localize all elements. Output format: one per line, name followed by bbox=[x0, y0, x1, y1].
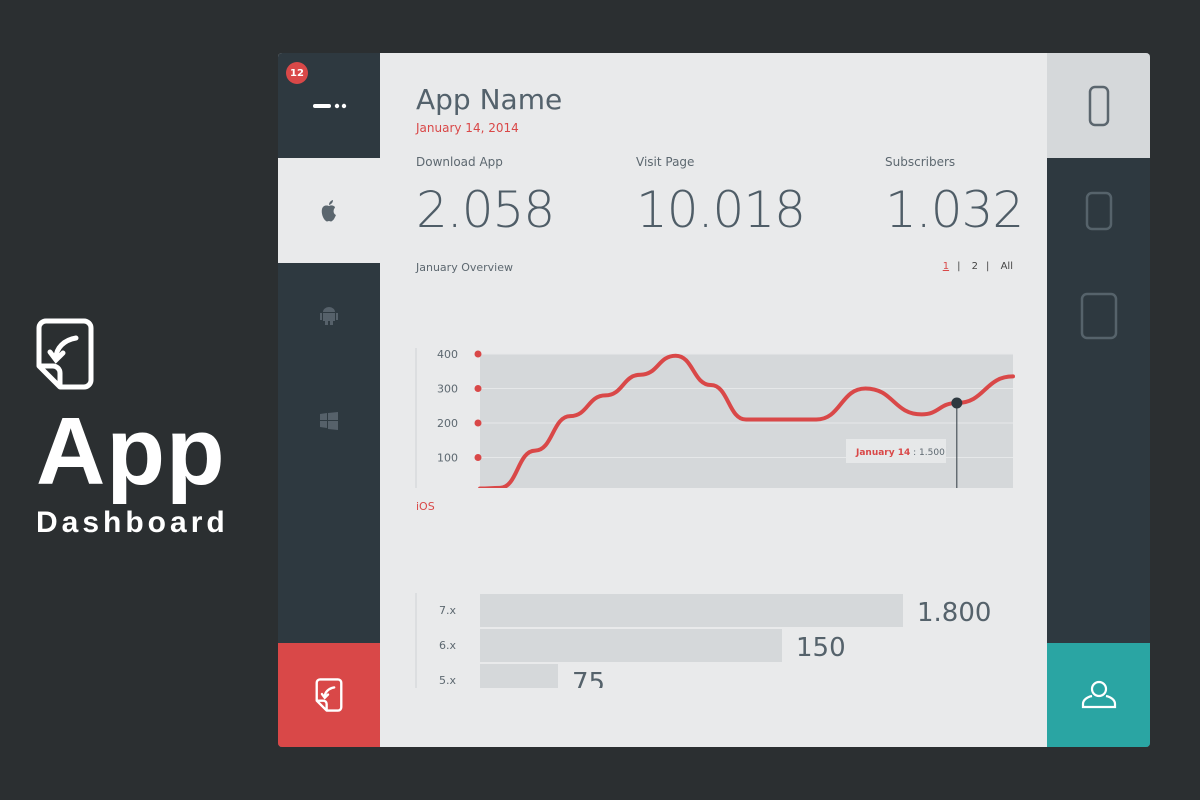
overview-title: January Overview bbox=[416, 261, 513, 274]
document-back-icon bbox=[36, 318, 94, 390]
y-tick-dot bbox=[474, 385, 482, 392]
stat-label: Visit Page bbox=[636, 155, 695, 169]
sidebar-item-apple[interactable] bbox=[278, 158, 380, 263]
document-back-icon bbox=[315, 678, 343, 712]
bar bbox=[480, 629, 782, 662]
device-phablet[interactable] bbox=[1047, 158, 1150, 263]
tooltip-text: January 14 : 1.500 bbox=[855, 448, 945, 458]
bar-category-label: 5.x bbox=[439, 674, 456, 687]
pager: 1 | 2 | All bbox=[942, 261, 1013, 272]
y-tick-label: 200 bbox=[437, 417, 458, 430]
y-tick-dot bbox=[474, 350, 482, 358]
stat-downloads: Download App 2.058 bbox=[416, 155, 555, 239]
y-tick-label: 100 bbox=[437, 452, 458, 465]
page-all-link[interactable]: All bbox=[1001, 261, 1013, 272]
stat-value: 1.032 bbox=[885, 181, 1024, 239]
y-tick-label: 300 bbox=[437, 383, 458, 396]
brand-subtitle: Dashboard bbox=[36, 506, 229, 539]
page-1-link[interactable]: 1 bbox=[943, 261, 949, 272]
user-button[interactable] bbox=[1047, 643, 1150, 747]
tooltip-value: : 1.500 bbox=[910, 448, 945, 458]
bar-value-label: 75 bbox=[572, 668, 605, 688]
stat-value: 2.058 bbox=[416, 181, 555, 239]
menu-button[interactable]: 12 bbox=[278, 53, 380, 158]
phone-icon bbox=[1088, 85, 1109, 126]
sidebar-item-windows[interactable] bbox=[278, 368, 380, 473]
line-chart: 100200300400123456789101112131415January… bbox=[415, 348, 1015, 488]
bar bbox=[480, 594, 903, 627]
apple-icon bbox=[321, 199, 336, 221]
app-window: 12 App Name January 14, 2014 Download Ap… bbox=[278, 53, 1150, 747]
tooltip-label: January 14 bbox=[855, 448, 910, 458]
menu-icon bbox=[313, 103, 347, 108]
bar-value-label: 1.800 bbox=[917, 598, 991, 628]
bar bbox=[480, 664, 558, 688]
bar-chart: 7.x1.8006.x1505.x754.x33 bbox=[415, 593, 991, 688]
stat-subscribers: Subscribers 1.032 bbox=[885, 155, 1024, 239]
phablet-icon bbox=[1085, 191, 1112, 230]
bar-value-label: 150 bbox=[796, 633, 846, 663]
main-content: App Name January 14, 2014 Download App 2.… bbox=[380, 53, 1047, 747]
tablet-icon bbox=[1080, 292, 1117, 339]
brand: App Dashboard bbox=[36, 318, 229, 540]
y-tick-label: 400 bbox=[437, 348, 458, 361]
windows-icon bbox=[320, 411, 338, 430]
right-sidebar bbox=[1047, 53, 1150, 747]
brand-title: App bbox=[36, 398, 226, 505]
notification-badge: 12 bbox=[286, 62, 308, 84]
stat-visits: Visit Page 10.018 bbox=[636, 155, 806, 239]
highlight-point bbox=[951, 397, 963, 409]
stat-label: Download App bbox=[416, 155, 503, 169]
left-sidebar: 12 bbox=[278, 53, 380, 747]
page-date: January 14, 2014 bbox=[416, 121, 519, 135]
bar-category-label: 7.x bbox=[439, 604, 456, 617]
stat-label: Subscribers bbox=[885, 155, 956, 169]
device-tablet[interactable] bbox=[1047, 263, 1150, 368]
user-icon bbox=[1081, 680, 1116, 709]
android-icon bbox=[320, 306, 338, 325]
stat-value: 10.018 bbox=[636, 181, 806, 239]
sidebar-item-android[interactable] bbox=[278, 263, 380, 368]
sidebar-item-back[interactable] bbox=[278, 643, 380, 747]
ios-title: iOS bbox=[416, 500, 435, 513]
y-tick-dot bbox=[474, 454, 482, 461]
page-title: App Name bbox=[416, 83, 563, 116]
device-phone[interactable] bbox=[1047, 53, 1150, 158]
page-2-link[interactable]: 2 bbox=[972, 261, 978, 272]
y-tick-dot bbox=[474, 419, 482, 427]
bar-category-label: 6.x bbox=[439, 639, 456, 652]
